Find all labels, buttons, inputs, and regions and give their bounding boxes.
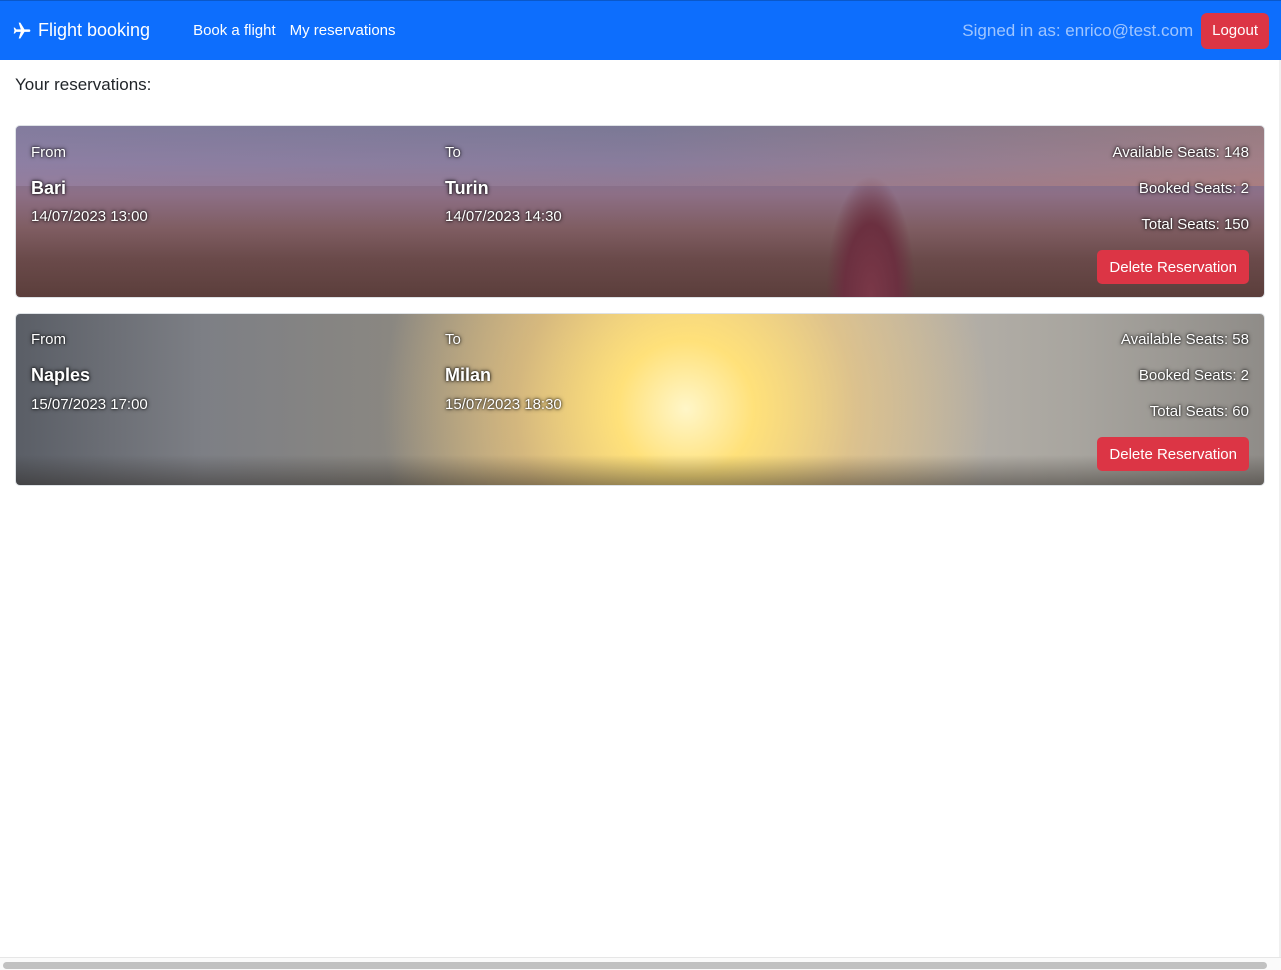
available-seats: Available Seats: 148 [1112,144,1250,161]
booked-seats: Booked Seats: 2 [1138,180,1249,197]
city-background-image [16,126,1264,297]
horizontal-scrollbar[interactable] [0,957,1281,970]
delete-reservation-button[interactable]: Delete Reservation [1097,250,1249,284]
nav-my-reservations[interactable]: My reservations [283,22,403,39]
to-city: Turin [445,178,489,198]
nav-book-flight[interactable]: Book a flight [186,22,283,39]
nav-user-area: Signed in as: enrico@test.com Logout [962,12,1269,49]
from-label: From [31,331,66,348]
delete-reservation-button[interactable]: Delete Reservation [1097,437,1249,471]
reservation-card: From Naples 15/07/2023 17:00 To Milan 15… [15,313,1265,486]
to-datetime: 14/07/2023 14:30 [445,208,562,225]
to-datetime: 15/07/2023 18:30 [445,396,562,413]
navbar: Flight booking Book a flight My reservat… [0,0,1281,60]
to-label: To [445,144,461,161]
total-seats: Total Seats: 150 [1141,216,1249,233]
brand-link[interactable]: Flight booking [12,20,150,41]
to-city: Milan [445,365,492,385]
total-seats: Total Seats: 60 [1149,403,1249,420]
to-label: To [445,331,461,348]
nav-links: Book a flight My reservations [186,22,402,39]
signed-in-text: Signed in as: enrico@test.com [962,20,1194,40]
reservation-card: From Bari 14/07/2023 13:00 To Turin 14/0… [15,125,1265,298]
logout-button[interactable]: Logout [1201,12,1269,49]
page-title: Your reservations: [15,75,152,94]
from-city: Bari [31,178,67,198]
available-seats: Available Seats: 58 [1120,331,1249,348]
booked-seats: Booked Seats: 2 [1138,367,1249,384]
brand-label: Flight booking [38,20,151,40]
from-label: From [31,144,66,161]
scrollbar-thumb[interactable] [3,962,1267,969]
from-datetime: 14/07/2023 13:00 [31,208,148,225]
from-city: Naples [31,365,91,385]
from-datetime: 15/07/2023 17:00 [31,396,148,413]
airplane-icon [13,22,31,38]
city-background-image [16,314,1264,485]
